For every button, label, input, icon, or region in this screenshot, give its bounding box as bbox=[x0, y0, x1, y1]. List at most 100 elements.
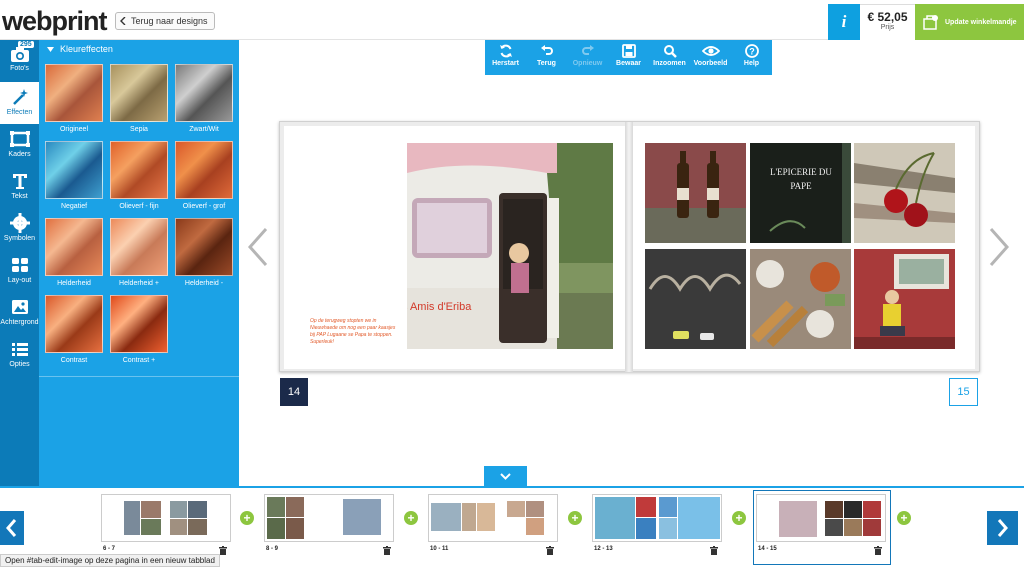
sidebar-item-effects[interactable]: Effecten bbox=[0, 82, 39, 124]
chevron-left-icon bbox=[120, 17, 126, 25]
effect-label: Helderheid - bbox=[184, 280, 224, 287]
spread-thumbnail[interactable] bbox=[101, 494, 231, 542]
sidebar-label-text: Tekst bbox=[11, 193, 28, 200]
add-pages-button[interactable]: + bbox=[732, 511, 746, 525]
add-pages-button[interactable]: + bbox=[897, 511, 911, 525]
photo-count-badge: 295 bbox=[18, 41, 34, 48]
spread-thumbnail[interactable] bbox=[428, 494, 558, 542]
photo-neon-sign[interactable] bbox=[645, 249, 746, 349]
save-button[interactable]: Bewaar bbox=[608, 40, 649, 75]
status-bar-link-preview: Open #tab-edit-image op deze pagina in e… bbox=[0, 554, 220, 567]
zoom-in-button[interactable]: Inzoomen bbox=[649, 40, 690, 75]
redo-button[interactable]: Opnieuw bbox=[567, 40, 608, 75]
effect-label: Olieverf - fijn bbox=[119, 203, 159, 210]
effect-brightness-plus[interactable]: Helderheid + bbox=[110, 218, 168, 287]
price-box: € 52,05 Prijs bbox=[860, 4, 915, 40]
photo-epicerie-sign[interactable]: L'EPICERIE DU PAPE bbox=[750, 143, 851, 243]
page-caption[interactable]: Op de terugweg stopten we in Nieuwhaede … bbox=[310, 318, 400, 346]
undo-button[interactable]: Terug bbox=[526, 40, 567, 75]
spread-thumbnail[interactable] bbox=[592, 494, 722, 542]
photo-cherries[interactable] bbox=[854, 143, 955, 243]
editor-toolbar: Herstart Terug Opnieuw Bewaar Inzoomen V… bbox=[485, 40, 772, 75]
mini-photo bbox=[141, 501, 161, 518]
restart-button[interactable]: Herstart bbox=[485, 40, 526, 75]
spread-thumbnail[interactable] bbox=[264, 494, 394, 542]
mini-photo bbox=[678, 497, 720, 539]
sidebar-item-symbols[interactable]: Symbolen bbox=[0, 208, 39, 250]
mini-photo bbox=[863, 519, 881, 536]
mini-photo bbox=[286, 518, 304, 539]
mini-photo bbox=[526, 518, 544, 535]
effect-label: Contrast bbox=[60, 357, 88, 364]
page-number-right[interactable]: 15 bbox=[949, 378, 978, 406]
add-pages-button[interactable]: + bbox=[568, 511, 582, 525]
logo[interactable]: webprint bbox=[2, 6, 107, 37]
eye-icon bbox=[701, 46, 720, 56]
effect-oil-coarse[interactable]: Olieverf - grof bbox=[175, 141, 233, 210]
price-value: € 52,05 bbox=[867, 10, 908, 24]
effect-brightness[interactable]: Helderheid bbox=[45, 218, 103, 287]
spread-label: 8 - 9 bbox=[266, 546, 279, 552]
spread-label: 14 - 15 bbox=[758, 546, 777, 552]
photo-food-table[interactable] bbox=[750, 249, 851, 349]
back-to-designs-button[interactable]: Terug naar designs bbox=[115, 12, 215, 30]
trash-icon[interactable] bbox=[219, 546, 227, 555]
effect-thumbnail bbox=[45, 218, 103, 276]
panel-header[interactable]: Kleureffecten bbox=[47, 44, 113, 54]
info-button[interactable]: i bbox=[828, 4, 860, 40]
preview-button[interactable]: Voorbeeld bbox=[690, 40, 731, 75]
spread-thumbnail-selected[interactable] bbox=[756, 494, 886, 542]
sidebar-label-background: Achtergrond bbox=[0, 319, 39, 326]
effect-brightness-minus[interactable]: Helderheid - bbox=[175, 218, 233, 287]
filmstrip-next-button[interactable] bbox=[987, 511, 1018, 545]
add-pages-button[interactable]: + bbox=[404, 511, 418, 525]
mini-photo bbox=[844, 519, 862, 536]
zoom-icon bbox=[663, 45, 677, 58]
effect-thumbnail bbox=[110, 295, 168, 353]
book-spine bbox=[625, 122, 633, 372]
food-table-image bbox=[750, 249, 851, 349]
tool-label: Herstart bbox=[492, 60, 519, 67]
page-number-left[interactable]: 14 bbox=[280, 378, 308, 406]
tool-label: Bewaar bbox=[616, 60, 641, 67]
trash-icon[interactable] bbox=[546, 546, 554, 555]
help-button[interactable]: ? Help bbox=[731, 40, 772, 75]
trash-icon[interactable] bbox=[710, 546, 718, 555]
sidebar-item-text[interactable]: Tekst bbox=[0, 166, 39, 208]
sidebar-item-photos[interactable]: Foto's 295 bbox=[0, 40, 39, 82]
effects-panel: Kleureffecten Origineel Sepia Zwart/Wit … bbox=[39, 40, 239, 486]
sidebar-item-options[interactable]: Opties bbox=[0, 334, 39, 376]
effect-thumbnail bbox=[110, 218, 168, 276]
sidebar-item-background[interactable]: Achtergrond bbox=[0, 292, 39, 334]
effect-oil-fine[interactable]: Olieverf - fijn bbox=[110, 141, 168, 210]
effect-negative[interactable]: Negatief bbox=[45, 141, 103, 210]
trash-icon[interactable] bbox=[383, 546, 391, 555]
effect-contrast[interactable]: Contrast bbox=[45, 295, 103, 364]
mini-photo bbox=[170, 501, 187, 518]
mini-photo bbox=[636, 518, 656, 539]
mini-photo bbox=[462, 503, 476, 531]
photo-woman-reading[interactable] bbox=[854, 249, 955, 349]
mini-photo bbox=[170, 519, 187, 535]
photo-beer-bottles[interactable] bbox=[645, 143, 746, 243]
trash-icon[interactable] bbox=[874, 546, 882, 555]
sidebar-item-layout[interactable]: Lay-out bbox=[0, 250, 39, 292]
mini-photo bbox=[188, 501, 207, 518]
effect-black-white[interactable]: Zwart/Wit bbox=[175, 64, 233, 133]
next-page-arrow[interactable] bbox=[987, 227, 1011, 267]
collapse-filmstrip-button[interactable] bbox=[484, 466, 527, 487]
undo-icon bbox=[540, 45, 553, 55]
effect-thumbnail bbox=[175, 64, 233, 122]
caravan-photo[interactable]: s Amis d'Eriba bbox=[407, 143, 613, 349]
sidebar-label-frames: Kaders bbox=[8, 151, 31, 158]
filmstrip-prev-button[interactable] bbox=[0, 511, 24, 545]
effect-original[interactable]: Origineel bbox=[45, 64, 103, 133]
sidebar-item-frames[interactable]: Kaders bbox=[0, 124, 39, 166]
mini-photo bbox=[825, 501, 843, 518]
mini-photo bbox=[507, 501, 525, 517]
effect-sepia[interactable]: Sepia bbox=[110, 64, 168, 133]
previous-page-arrow[interactable] bbox=[246, 227, 270, 267]
add-pages-button[interactable]: + bbox=[240, 511, 254, 525]
effect-contrast-plus[interactable]: Contrast + bbox=[110, 295, 168, 364]
update-cart-button[interactable]: Update winkelmandje bbox=[915, 4, 1024, 40]
